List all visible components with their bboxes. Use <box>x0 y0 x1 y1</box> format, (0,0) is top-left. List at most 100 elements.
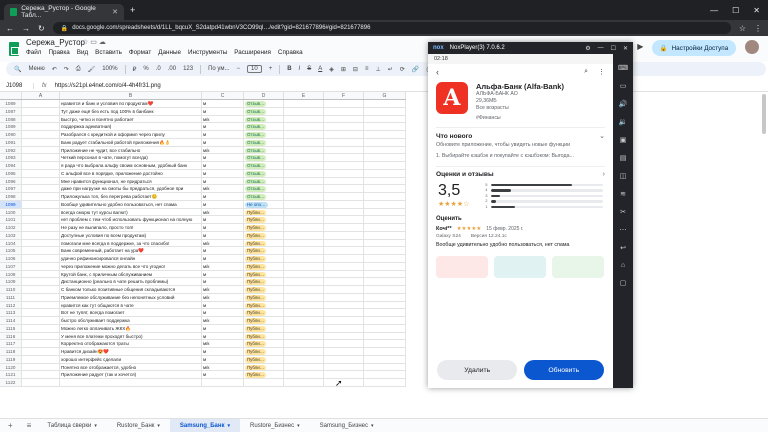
cell-e[interactable] <box>284 363 324 371</box>
sheet-tab[interactable]: Таблица сверки ▾ <box>37 419 106 432</box>
cell-f[interactable] <box>324 255 364 262</box>
row-number[interactable]: 1105 <box>0 247 22 254</box>
back-icon[interactable]: ← <box>6 24 14 33</box>
cell-f[interactable] <box>324 239 364 247</box>
menu-tools[interactable]: Инструменты <box>188 49 227 56</box>
cell-d-status[interactable]: Публи… <box>244 278 284 285</box>
cell-f[interactable] <box>324 231 364 239</box>
row-number[interactable]: 1111 <box>0 293 22 301</box>
font-size-decrease-icon[interactable]: − <box>236 66 240 72</box>
cell-f[interactable] <box>324 371 364 378</box>
cell-d-status[interactable]: Публи… <box>244 247 284 254</box>
cell-c[interactable]: м <box>202 224 244 231</box>
cell-c[interactable]: м/к <box>202 363 244 371</box>
cell-c[interactable]: м/к <box>202 293 244 301</box>
status-chip[interactable]: Публи… <box>245 287 267 293</box>
table-row[interactable]: 1098 Приложулька топ, без перегрева работ… <box>0 193 406 201</box>
cell-d-status[interactable]: Публи… <box>244 332 284 340</box>
cell-g[interactable] <box>364 146 406 154</box>
table-row[interactable]: 1113 Вот не тупят, всегда помогает м Публи… <box>0 309 406 317</box>
status-chip[interactable]: Отзыв… <box>245 178 267 185</box>
cell-g[interactable] <box>364 255 406 262</box>
table-row[interactable]: 1107 через приложение можно делать все чт… <box>0 262 406 271</box>
cell-d-status[interactable]: Отзыв… <box>244 146 284 154</box>
row-number[interactable]: 1104 <box>0 239 22 247</box>
cell-g[interactable] <box>364 169 406 177</box>
status-chip[interactable]: Отзыв… <box>245 116 267 123</box>
table-row[interactable]: 1106 удачно рефинансировался онлайн м Публи… <box>0 255 406 263</box>
cell-a[interactable] <box>22 107 60 115</box>
table-row[interactable]: 1092 Приложение не чудит, все стабильно м/… <box>0 146 406 155</box>
cell-e[interactable] <box>284 286 324 293</box>
cell-d-status[interactable]: Публи… <box>244 293 284 301</box>
sheet-tab[interactable]: Rustore_Бизнес ▾ <box>240 419 310 432</box>
row-number[interactable]: 1118 <box>0 348 22 355</box>
cell-g[interactable] <box>364 200 406 208</box>
table-row[interactable]: 1116 У меня все платежи проходят быстро) м… <box>0 332 406 341</box>
cell-d-status[interactable]: Публи… <box>244 270 284 278</box>
cell-g[interactable] <box>364 115 406 123</box>
cell-b-review[interactable]: Банк радует стабильной работой приложени… <box>60 138 202 146</box>
row-number[interactable]: 1095 <box>0 169 22 177</box>
cell-g[interactable] <box>364 131 406 138</box>
menu-format[interactable]: Формат <box>129 49 151 56</box>
row-number[interactable]: 1119 <box>0 355 22 363</box>
screenshot-thumb[interactable] <box>552 255 604 278</box>
cell-e[interactable] <box>284 262 324 270</box>
cell-g[interactable] <box>364 100 406 107</box>
status-chip[interactable]: Публи… <box>245 372 267 378</box>
table-row[interactable]: 1120 Понятно все отображается, удобно м/к П… <box>0 363 406 372</box>
cell-c[interactable]: м <box>202 309 244 316</box>
cell-e[interactable] <box>284 324 324 332</box>
cell-c[interactable]: м <box>202 324 244 332</box>
cell-d-status[interactable]: Отзыв… <box>244 154 284 161</box>
status-chip[interactable]: Отзыв… <box>245 124 267 130</box>
table-row[interactable]: 1089 нравится и банк и условия по продукт… <box>0 100 406 108</box>
cell-b-review[interactable]: Можно легко оплачивать ЖКХ🔥 <box>60 324 202 332</box>
cell-g[interactable] <box>364 162 406 169</box>
cell-f[interactable] <box>324 309 364 316</box>
status-chip[interactable]: Публи… <box>245 356 267 363</box>
cell-a[interactable] <box>22 169 60 177</box>
cell-a[interactable] <box>22 247 60 254</box>
status-chip[interactable]: Публи… <box>245 279 267 285</box>
cell-e[interactable] <box>284 138 324 146</box>
cell-f[interactable] <box>324 348 364 355</box>
row-number[interactable]: 1091 <box>0 138 22 146</box>
menu-data[interactable]: Данные <box>158 49 181 56</box>
screen-icon[interactable]: ▭ <box>613 82 633 90</box>
valign-icon[interactable]: ⊥ <box>375 66 380 73</box>
cell-c[interactable]: м <box>202 131 244 138</box>
status-chip[interactable]: Публи… <box>245 310 267 316</box>
status-chip[interactable]: Публи… <box>245 349 267 355</box>
cell-d-status[interactable]: Публи… <box>244 309 284 316</box>
android-back-icon[interactable]: ↩ <box>613 244 633 252</box>
sheet-tab-menu-icon[interactable]: ▾ <box>94 423 97 429</box>
vertical-scrollbar[interactable] <box>762 94 766 134</box>
emulator-maximize-icon[interactable]: ☐ <box>611 45 616 52</box>
menu-edit[interactable]: Правка <box>48 49 69 56</box>
status-chip[interactable]: Публи… <box>245 209 267 216</box>
cell-c[interactable]: м <box>202 193 244 200</box>
emulator-settings-icon[interactable]: ⚙ <box>585 45 590 52</box>
status-chip[interactable]: Отзыв… <box>245 155 267 161</box>
cell-f[interactable] <box>324 379 364 386</box>
cell-e[interactable] <box>284 154 324 161</box>
cell-a[interactable] <box>22 309 60 316</box>
row-number[interactable]: 1113 <box>0 309 22 316</box>
cell-d-status[interactable]: Публи… <box>244 301 284 309</box>
cell-f[interactable] <box>324 193 364 200</box>
column-header-g[interactable]: G <box>364 92 406 99</box>
cell-e[interactable] <box>284 371 324 378</box>
table-row[interactable]: 1108 Крутой банк, с приличным обслуживани… <box>0 270 406 279</box>
cell-c[interactable]: м/к <box>202 340 244 347</box>
cell-d-status[interactable]: Отзыв… <box>244 138 284 146</box>
wrap-icon[interactable]: ↵ <box>388 66 393 73</box>
update-button[interactable]: Обновить <box>523 360 604 380</box>
cell-a[interactable] <box>22 293 60 301</box>
cell-g[interactable] <box>364 138 406 146</box>
cell-d-status[interactable]: Публи… <box>244 317 284 324</box>
cell-c[interactable]: м/к <box>202 286 244 293</box>
table-row[interactable]: 1114 быстро обслуживает поддержка м/к Публи… <box>0 317 406 325</box>
cell-b-review[interactable]: Приемлемое обслуживание без непонятных у… <box>60 293 202 301</box>
